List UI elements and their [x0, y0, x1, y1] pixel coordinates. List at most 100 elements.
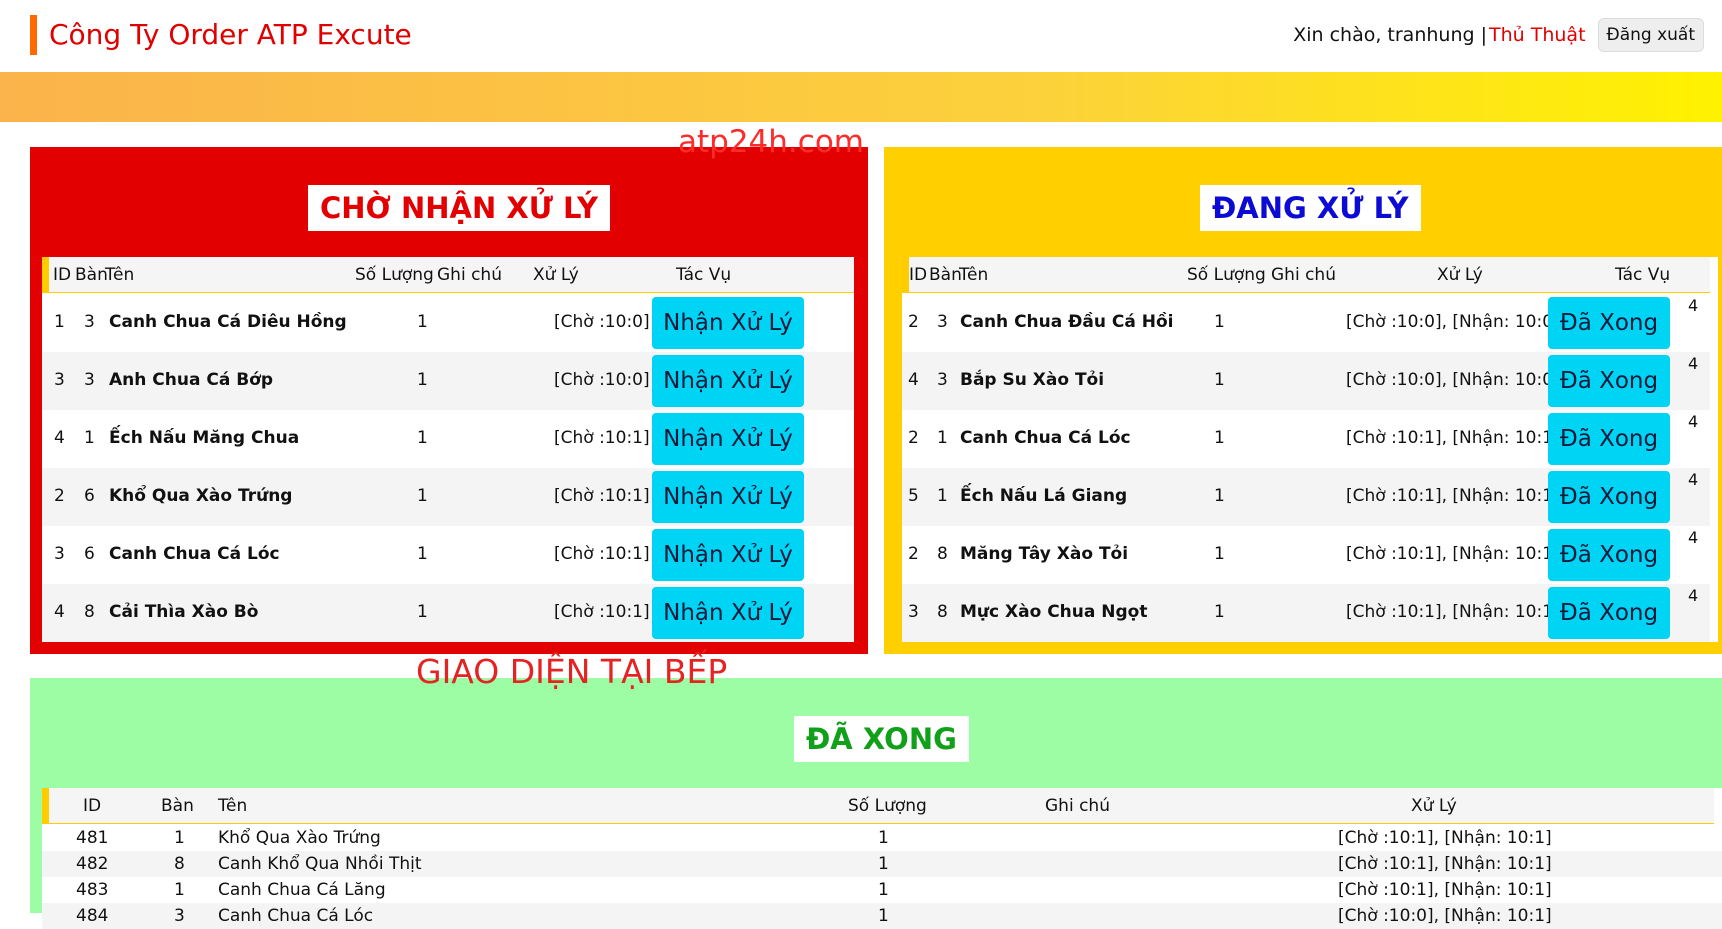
col-id: ID — [909, 265, 928, 285]
col-action: Tác Vụ — [676, 265, 732, 285]
row-name: Canh Chua Cá Lóc — [218, 906, 374, 926]
row-id: 4 — [908, 370, 919, 390]
table-row: 3 8 Mực Xào Chua Ngọt 1 [Chờ :10:1], [Nhận: … — [902, 584, 1710, 642]
accept-order-button[interactable]: Nhận Xử Lý — [652, 413, 804, 465]
row-qty: 1 — [1214, 312, 1225, 332]
row-name: Canh Khổ Qua Nhồi Thịt — [218, 854, 422, 874]
col-qty: Số Lượng — [355, 265, 434, 285]
mark-done-button[interactable]: Đã Xong — [1548, 587, 1670, 639]
col-note: Ghi chú — [1045, 796, 1110, 816]
row-table: 1 — [174, 828, 185, 848]
row-name: Khổ Qua Xào Trứng — [218, 828, 381, 848]
row-name: Ếch Nấu Lá Giang — [960, 486, 1128, 506]
col-note: Ghi chú — [1271, 265, 1336, 285]
accept-order-button[interactable]: Nhận Xử Lý — [652, 297, 804, 349]
row-id: 482 — [76, 854, 109, 874]
row-table: 6 — [84, 544, 95, 564]
accept-order-button[interactable]: Nhận Xử Lý — [652, 471, 804, 523]
col-table: Bàn — [75, 265, 108, 285]
header-gradient-band — [0, 72, 1722, 122]
pending-panel: CHỜ NHẬN XỬ LÝ ID Bàn Tên Số Lượng Ghi c… — [30, 147, 868, 654]
row-status: [Chờ :10:1] — [554, 544, 650, 564]
row-status: [Chờ :10:1], [Nhận: 10:1] — [1346, 428, 1560, 448]
row-id: 5 — [908, 486, 919, 506]
row-status: [Chờ :10:1] — [554, 486, 650, 506]
row-table: 1 — [937, 486, 948, 506]
brand-accent-bar — [30, 15, 37, 55]
row-table: 3 — [84, 312, 95, 332]
row-name: Cải Thìa Xào Bò — [109, 602, 259, 622]
done-title: ĐÃ XONG — [794, 716, 969, 762]
row-table: 1 — [937, 428, 948, 448]
row-qty: 1 — [417, 544, 428, 564]
col-status: Xử Lý — [1411, 796, 1457, 816]
row-qty: 1 — [1214, 602, 1225, 622]
processing-panel: ĐANG XỬ LÝ ID Bàn Tên Số Lượng Ghi chú X… — [884, 147, 1722, 654]
row-side-count: 4 — [1688, 412, 1699, 431]
mark-done-button[interactable]: Đã Xong — [1548, 355, 1670, 407]
row-qty: 1 — [417, 486, 428, 506]
row-name: Canh Chua Cá Lóc — [960, 428, 1131, 448]
row-table: 3 — [174, 906, 185, 926]
row-status: [Chờ :10:0] — [554, 312, 650, 332]
table-row: 484 3 Canh Chua Cá Lóc 1 [Chờ :10:0], [Nhận:… — [42, 903, 1722, 929]
row-qty: 1 — [1214, 544, 1225, 564]
row-qty: 1 — [878, 880, 889, 900]
row-side-count: 4 — [1688, 296, 1699, 315]
pending-table-header: ID Bàn Tên Số Lượng Ghi chú Xử Lý Tác Vụ — [42, 257, 854, 293]
row-qty: 1 — [878, 854, 889, 874]
accept-order-button[interactable]: Nhận Xử Lý — [652, 529, 804, 581]
col-note: Ghi chú — [437, 265, 502, 285]
row-id: 1 — [54, 312, 65, 332]
col-name: Tên — [218, 796, 248, 816]
processing-table: ID Bàn Tên Số Lượng Ghi chú Xử Lý Tác Vụ… — [902, 257, 1718, 642]
row-id: 481 — [76, 828, 109, 848]
col-id: ID — [83, 796, 102, 816]
row-table: 1 — [174, 880, 185, 900]
row-side-count: 4 — [1688, 354, 1699, 373]
row-status: [Chờ :10:1], [Nhận: 10:1] — [1338, 828, 1552, 848]
mark-done-button[interactable]: Đã Xong — [1548, 471, 1670, 523]
brand-title[interactable]: Công Ty Order ATP Excute — [49, 18, 412, 51]
row-name: Khổ Qua Xào Trứng — [109, 486, 293, 506]
row-status: [Chờ :10:1], [Nhận: 10:1] — [1346, 486, 1560, 506]
accept-order-button[interactable]: Nhận Xử Lý — [652, 587, 804, 639]
row-status: [Chờ :10:0], [Nhận: 10:1] — [1338, 906, 1552, 926]
row-name: Mực Xào Chua Ngọt — [960, 602, 1148, 622]
row-name: Măng Tây Xào Tỏi — [960, 544, 1129, 564]
table-row: 3 3 Anh Chua Cá Bớp 1 [Chờ :10:0] Nhận Xử Lý — [42, 352, 854, 410]
row-status: [Chờ :10:1], [Nhận: 10:1] — [1338, 880, 1552, 900]
table-row: 483 1 Canh Chua Cá Lăng 1 [Chờ :10:1], [Nhận… — [42, 877, 1722, 903]
logout-button[interactable]: Đăng xuất — [1597, 18, 1704, 52]
row-qty: 1 — [417, 312, 428, 332]
greeting-text: Xin chào, tranhung | — [1293, 24, 1487, 46]
row-table: 1 — [84, 428, 95, 448]
done-table-header: ID Bàn Tên Số Lượng Ghi chú Xử Lý — [42, 788, 1714, 824]
table-row: 5 1 Ếch Nấu Lá Giang 1 [Chờ :10:1], [Nhận: 1… — [902, 468, 1710, 526]
row-qty: 1 — [1214, 486, 1225, 506]
row-name: Canh Chua Cá Lăng — [218, 880, 386, 900]
row-qty: 1 — [417, 370, 428, 390]
row-status: [Chờ :10:1], [Nhận: 10:1] — [1346, 602, 1560, 622]
row-table: 3 — [84, 370, 95, 390]
row-qty: 1 — [417, 428, 428, 448]
row-name: Ếch Nấu Măng Chua — [109, 428, 300, 448]
row-status: [Chờ :10:0], [Nhận: 10:0] — [1346, 370, 1560, 390]
accept-order-button[interactable]: Nhận Xử Lý — [652, 355, 804, 407]
row-status: [Chờ :10:1], [Nhận: 10:1] — [1346, 544, 1560, 564]
mark-done-button[interactable]: Đã Xong — [1548, 529, 1670, 581]
col-table: Bàn — [161, 796, 194, 816]
row-status: [Chờ :10:0] — [554, 370, 650, 390]
table-row: 4 1 Ếch Nấu Măng Chua 1 [Chờ :10:1] Nhận Xử L… — [42, 410, 854, 468]
row-name: Canh Chua Cá Lóc — [109, 544, 280, 564]
col-qty: Số Lượng — [848, 796, 927, 816]
table-row: 4 8 Cải Thìa Xào Bò 1 [Chờ :10:1] Nhận Xử Lý — [42, 584, 854, 642]
mark-done-button[interactable]: Đã Xong — [1548, 297, 1670, 349]
row-qty: 1 — [1214, 428, 1225, 448]
row-id: 3 — [54, 370, 65, 390]
user-area: Xin chào, tranhung | Thủ Thuật Đăng xuất — [1293, 18, 1704, 52]
tips-link[interactable]: Thủ Thuật — [1489, 24, 1586, 46]
top-bar: Công Ty Order ATP Excute Xin chào, tranh… — [0, 0, 1722, 72]
mark-done-button[interactable]: Đã Xong — [1548, 413, 1670, 465]
table-row: 4 3 Bắp Su Xào Tỏi 1 [Chờ :10:0], [Nhận: 10:… — [902, 352, 1710, 410]
